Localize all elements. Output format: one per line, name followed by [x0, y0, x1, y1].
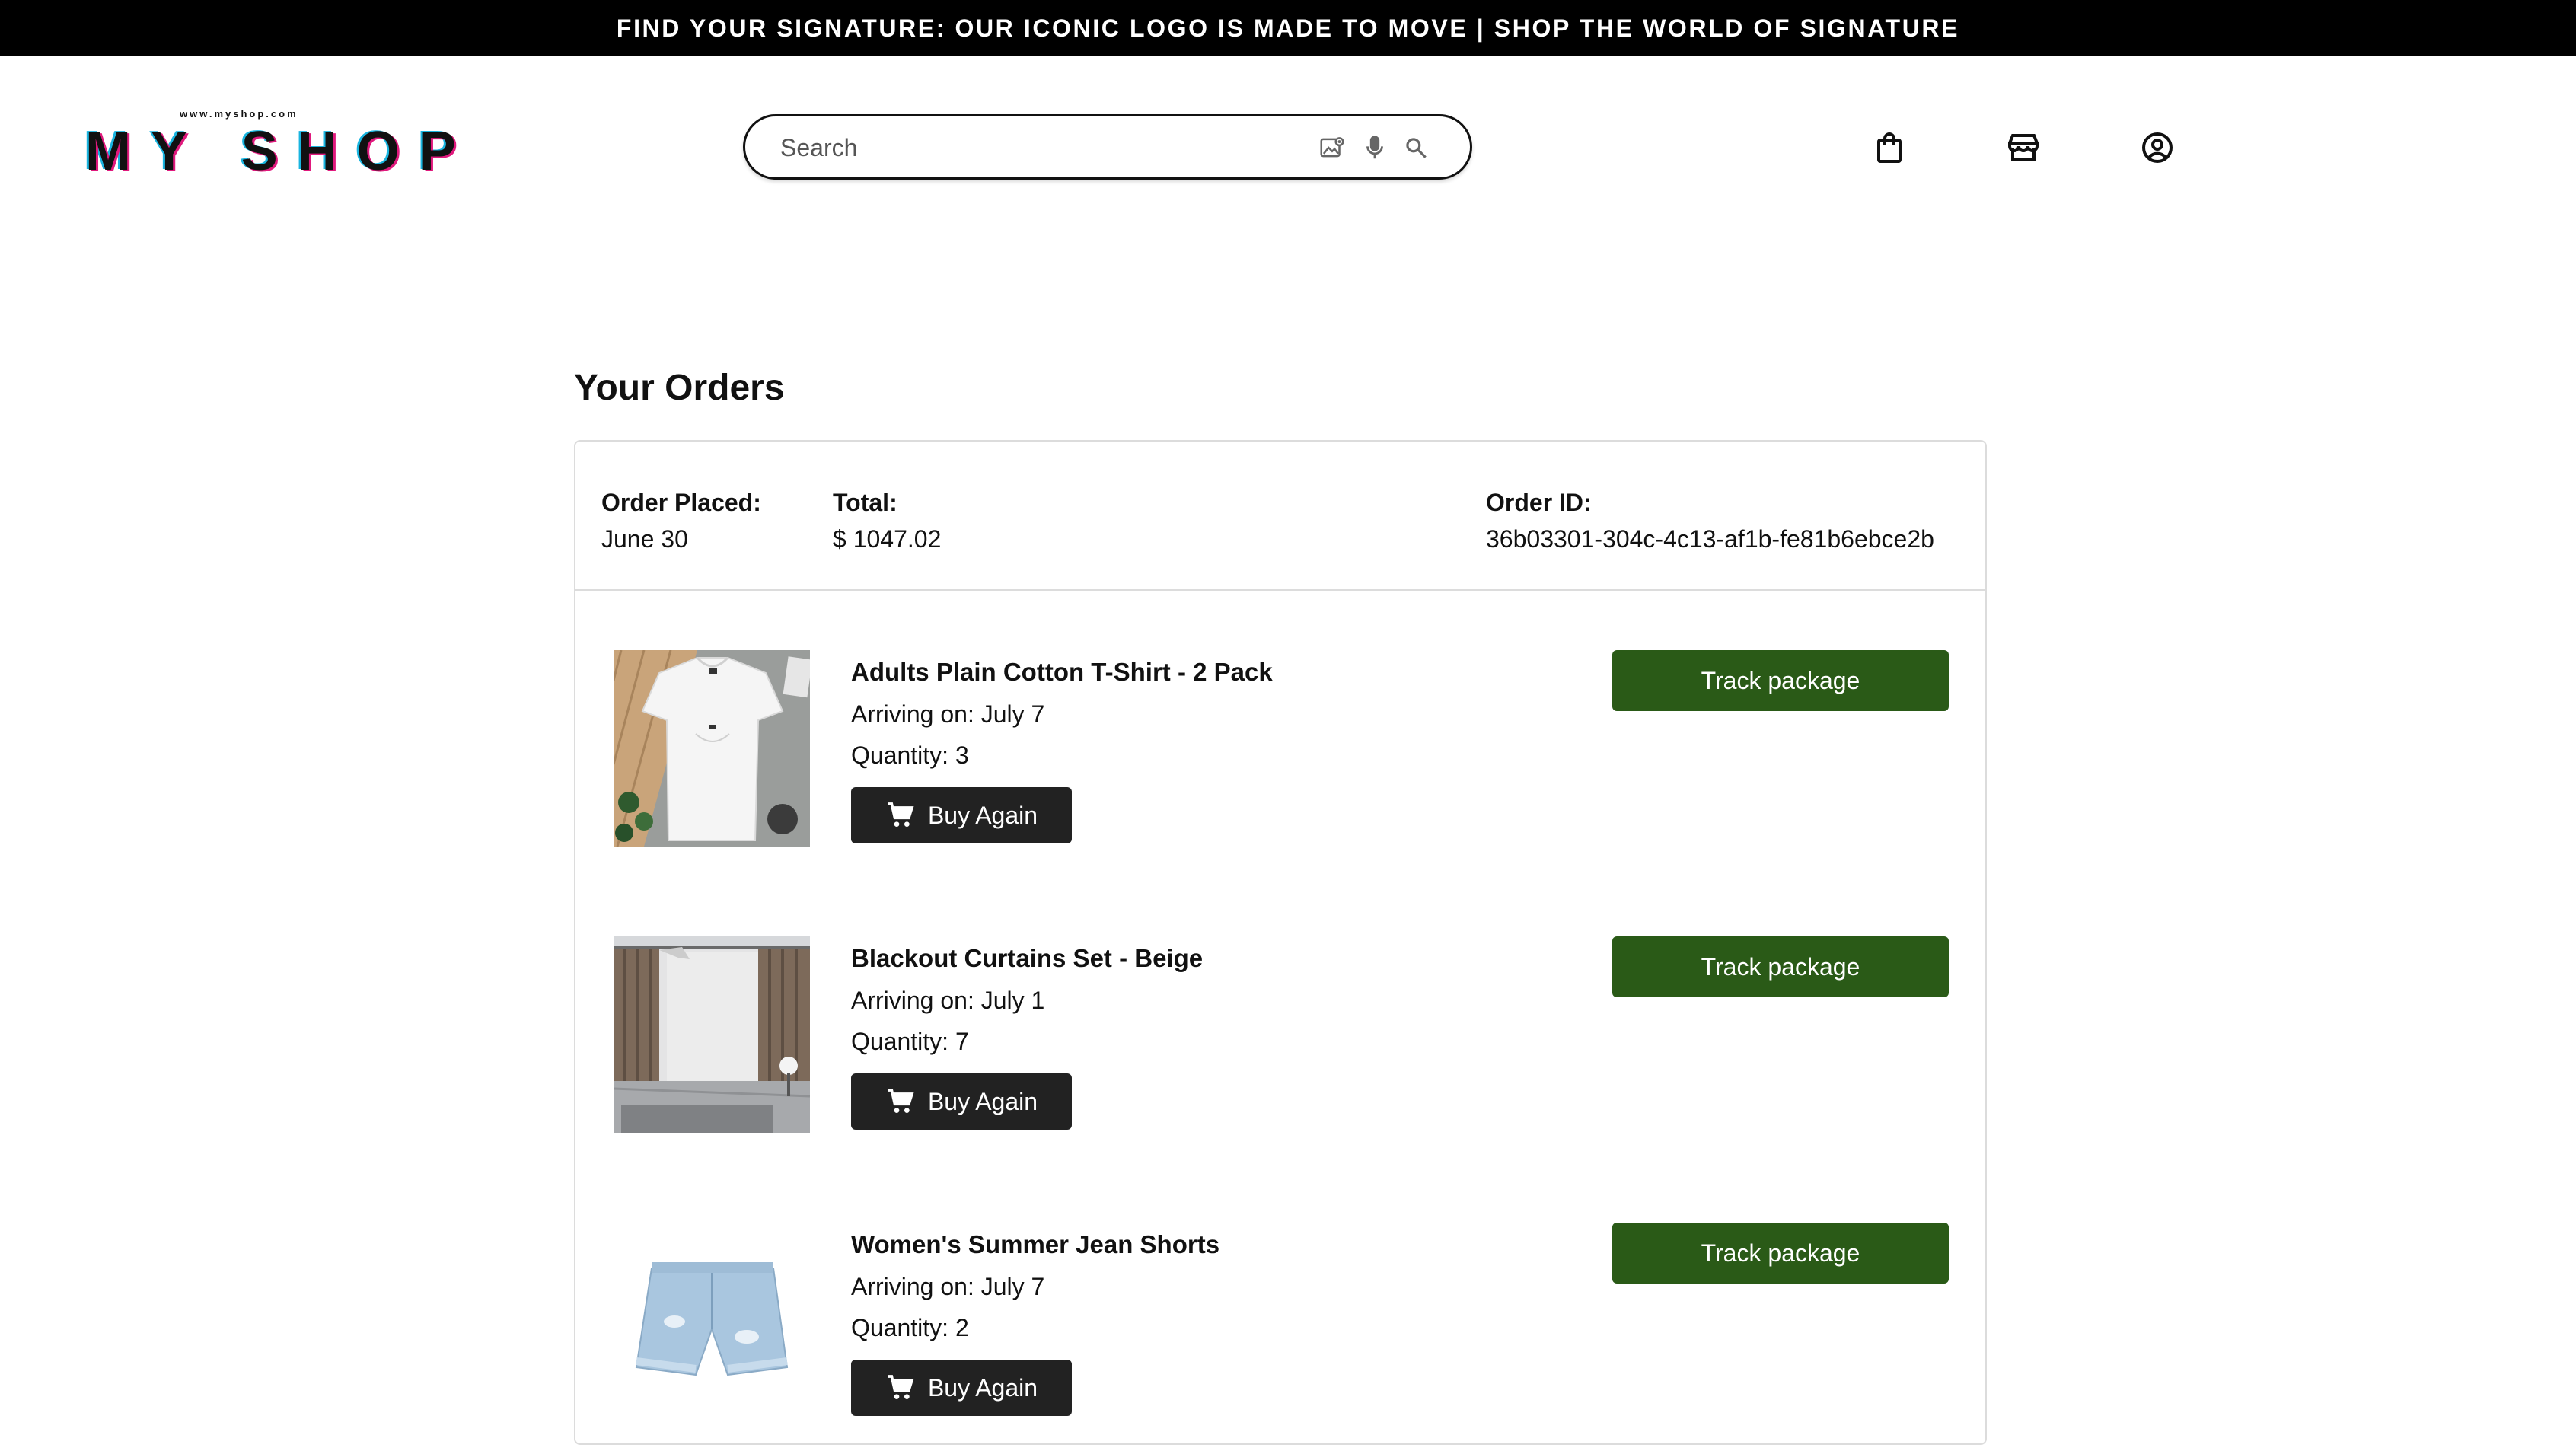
arriving-date: Arriving on: July 7	[851, 1273, 1045, 1300]
buy-again-button[interactable]: Buy Again	[851, 787, 1072, 843]
buy-again-label: Buy Again	[927, 1087, 1038, 1115]
track-package-button[interactable]: Track package	[1612, 936, 1949, 997]
quantity: Quantity: 3	[851, 741, 969, 769]
account-icon[interactable]	[2139, 129, 2176, 166]
order-total: Total: $ 1047.02	[833, 484, 941, 557]
page-title: Your Orders	[574, 368, 785, 408]
order-id: Order ID: 36b03301-304c-4c13-af1b-fe81b6…	[1486, 484, 1934, 557]
cart-icon	[888, 802, 914, 827]
announcement-text: FIND YOUR SIGNATURE: OUR ICONIC LOGO IS …	[616, 14, 1960, 42]
curtains-product-image[interactable]	[614, 936, 810, 1133]
tshirt-product-image[interactable]	[614, 650, 810, 847]
product-name: Adults Plain Cotton T-Shirt - 2 Pack	[851, 658, 1273, 686]
shop-logo[interactable]: www.myshop.com MY SHOP	[85, 108, 456, 182]
cart-icon	[888, 1375, 914, 1399]
cart-icon	[888, 1089, 914, 1113]
store-icon[interactable]	[2005, 129, 2042, 166]
order-id-label: Order ID:	[1486, 489, 1592, 516]
announcement-bar: FIND YOUR SIGNATURE: OUR ICONIC LOGO IS …	[0, 0, 2576, 56]
product-name: Blackout Curtains Set - Beige	[851, 944, 1204, 972]
order-placed-label: Order Placed:	[601, 489, 761, 516]
order-header: Order Placed: June 30 Total: $ 1047.02 O…	[575, 442, 1985, 591]
track-package-button[interactable]: Track package	[1612, 1223, 1949, 1284]
logo-text: MY SHOP	[85, 121, 476, 182]
order-placed-value: June 30	[601, 525, 688, 553]
buy-again-button[interactable]: Buy Again	[851, 1073, 1072, 1130]
order-item: Women's Summer Jean Shorts Arriving on: …	[575, 1223, 1985, 1451]
microphone-icon[interactable]	[1360, 133, 1389, 162]
order-item: Adults Plain Cotton T-Shirt - 2 Pack Arr…	[575, 650, 1985, 879]
jean-shorts-product-image[interactable]	[614, 1223, 810, 1419]
order-total-label: Total:	[833, 489, 897, 516]
product-name: Women's Summer Jean Shorts	[851, 1230, 1220, 1258]
buy-again-label: Buy Again	[927, 801, 1038, 829]
track-package-button[interactable]: Track package	[1612, 650, 1949, 711]
order-card: Order Placed: June 30 Total: $ 1047.02 O…	[574, 440, 1987, 1445]
quantity: Quantity: 2	[851, 1314, 969, 1341]
order-id-value: 36b03301-304c-4c13-af1b-fe81b6ebce2b	[1486, 525, 1934, 553]
search-icon[interactable]	[1401, 133, 1430, 162]
image-search-icon[interactable]	[1318, 133, 1347, 162]
arriving-date: Arriving on: July 7	[851, 700, 1045, 728]
search-bar	[743, 114, 1472, 180]
search-input[interactable]	[779, 130, 1254, 165]
order-placed: Order Placed: June 30	[601, 484, 761, 557]
arriving-date: Arriving on: July 1	[851, 987, 1045, 1014]
buy-again-button[interactable]: Buy Again	[851, 1360, 1072, 1416]
shopping-bag-icon[interactable]	[1871, 129, 1908, 166]
logo-url: www.myshop.com	[180, 108, 298, 120]
order-item: Blackout Curtains Set - Beige Arriving o…	[575, 936, 1985, 1165]
buy-again-label: Buy Again	[927, 1373, 1038, 1402]
quantity: Quantity: 7	[851, 1028, 969, 1055]
order-total-value: $ 1047.02	[833, 525, 942, 553]
